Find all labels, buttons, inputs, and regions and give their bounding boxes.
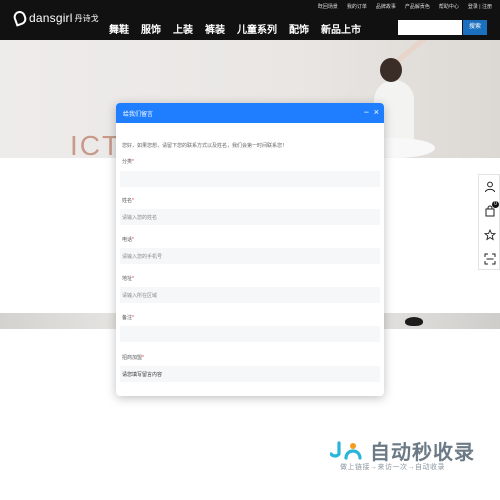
favorites-button[interactable] [479, 223, 500, 247]
dialog-title: 给我们留言 [123, 112, 154, 118]
scan-icon [484, 253, 496, 265]
user-icon [485, 181, 495, 193]
address-label: 地址* [122, 276, 134, 282]
main-nav: 舞鞋 服饰 上装 裤装 儿童系列 配饰 新品上市 [109, 21, 361, 36]
watermark-title: 自动秒收录 [370, 442, 475, 464]
nav-item-accessories[interactable]: 配饰 [289, 21, 309, 36]
nav-item-apparel[interactable]: 服饰 [141, 21, 161, 36]
site-header: dansgirl 丹诗戈 既回场景 我的订单 品牌故事 产品解贡色 帮助中心 登… [0, 0, 500, 40]
floating-toolbar: 0 [478, 174, 500, 270]
user-button[interactable] [479, 175, 500, 199]
name-field[interactable] [120, 209, 380, 225]
logo-mark-icon [11, 9, 29, 27]
address-field[interactable] [120, 287, 380, 303]
nav-item-dance-shoes[interactable]: 舞鞋 [109, 21, 129, 36]
shoe-image [405, 317, 423, 326]
top-link-help[interactable]: 帮助中心 [439, 3, 459, 10]
nav-item-new-arrivals[interactable]: 新品上市 [321, 21, 361, 36]
logo-text: dansgirl [29, 11, 73, 25]
nav-item-kids[interactable]: 儿童系列 [237, 21, 277, 36]
top-link-brand-story[interactable]: 品牌故事 [376, 3, 396, 10]
message-text: 请您填写留言内容 [122, 372, 163, 378]
watermark-subtitle: 做上链接→来访一次→自动收录 [340, 464, 445, 471]
page-root: dansgirl 丹诗戈 既回场景 我的订单 品牌故事 产品解贡色 帮助中心 登… [0, 0, 500, 500]
top-link[interactable]: 既回场景 [318, 3, 338, 10]
watermark-logo-icon [330, 440, 362, 460]
dancer-head-image [380, 58, 402, 82]
search-input[interactable] [398, 20, 462, 35]
remarks-field[interactable] [120, 326, 380, 342]
nav-item-pants[interactable]: 裤装 [205, 21, 225, 36]
franchise-label: 招商加盟* [122, 355, 144, 361]
scan-button[interactable] [479, 247, 500, 271]
message-dialog: 给我们留言 − × 您好，如果您想，请留下您的联系方式以及姓名，我们会第一时间联… [116, 103, 384, 396]
phone-placeholder: 请输入您的手机号 [122, 254, 163, 260]
cart-button[interactable]: 0 [479, 199, 500, 223]
remarks-label: 备注* [122, 315, 134, 321]
search-button[interactable]: 搜索 [463, 20, 487, 35]
watermark: 自动秒收录 [330, 436, 475, 465]
brand-logo[interactable]: dansgirl 丹诗戈 [11, 9, 99, 27]
banner-title: ICT [70, 130, 122, 158]
dialog-intro: 您好，如果您想，请留下您的联系方式以及姓名，我们会第一时间联系您！ [122, 143, 288, 149]
top-link-login-register[interactable]: 登录 | 注册 [468, 3, 492, 10]
address-placeholder: 请输入所在区域 [122, 293, 158, 299]
category-label: 分类* [122, 159, 134, 165]
top-link-my-orders[interactable]: 我的订单 [347, 3, 367, 10]
category-select[interactable] [120, 171, 380, 187]
close-button[interactable]: × [374, 106, 379, 118]
dialog-header: 给我们留言 − × [116, 103, 384, 123]
cart-count-badge: 0 [492, 201, 499, 208]
minimize-button[interactable]: − [364, 106, 369, 118]
top-links: 既回场景 我的订单 品牌故事 产品解贡色 帮助中心 登录 | 注册 [318, 3, 492, 10]
logo-cn-text: 丹诗戈 [74, 13, 99, 23]
phone-label: 电话* [122, 237, 134, 243]
star-icon [484, 229, 496, 241]
name-label: 姓名* [122, 198, 134, 204]
name-placeholder: 请输入您的姓名 [122, 215, 158, 221]
top-link-products[interactable]: 产品解贡色 [405, 3, 430, 10]
nav-item-tops[interactable]: 上装 [173, 21, 193, 36]
